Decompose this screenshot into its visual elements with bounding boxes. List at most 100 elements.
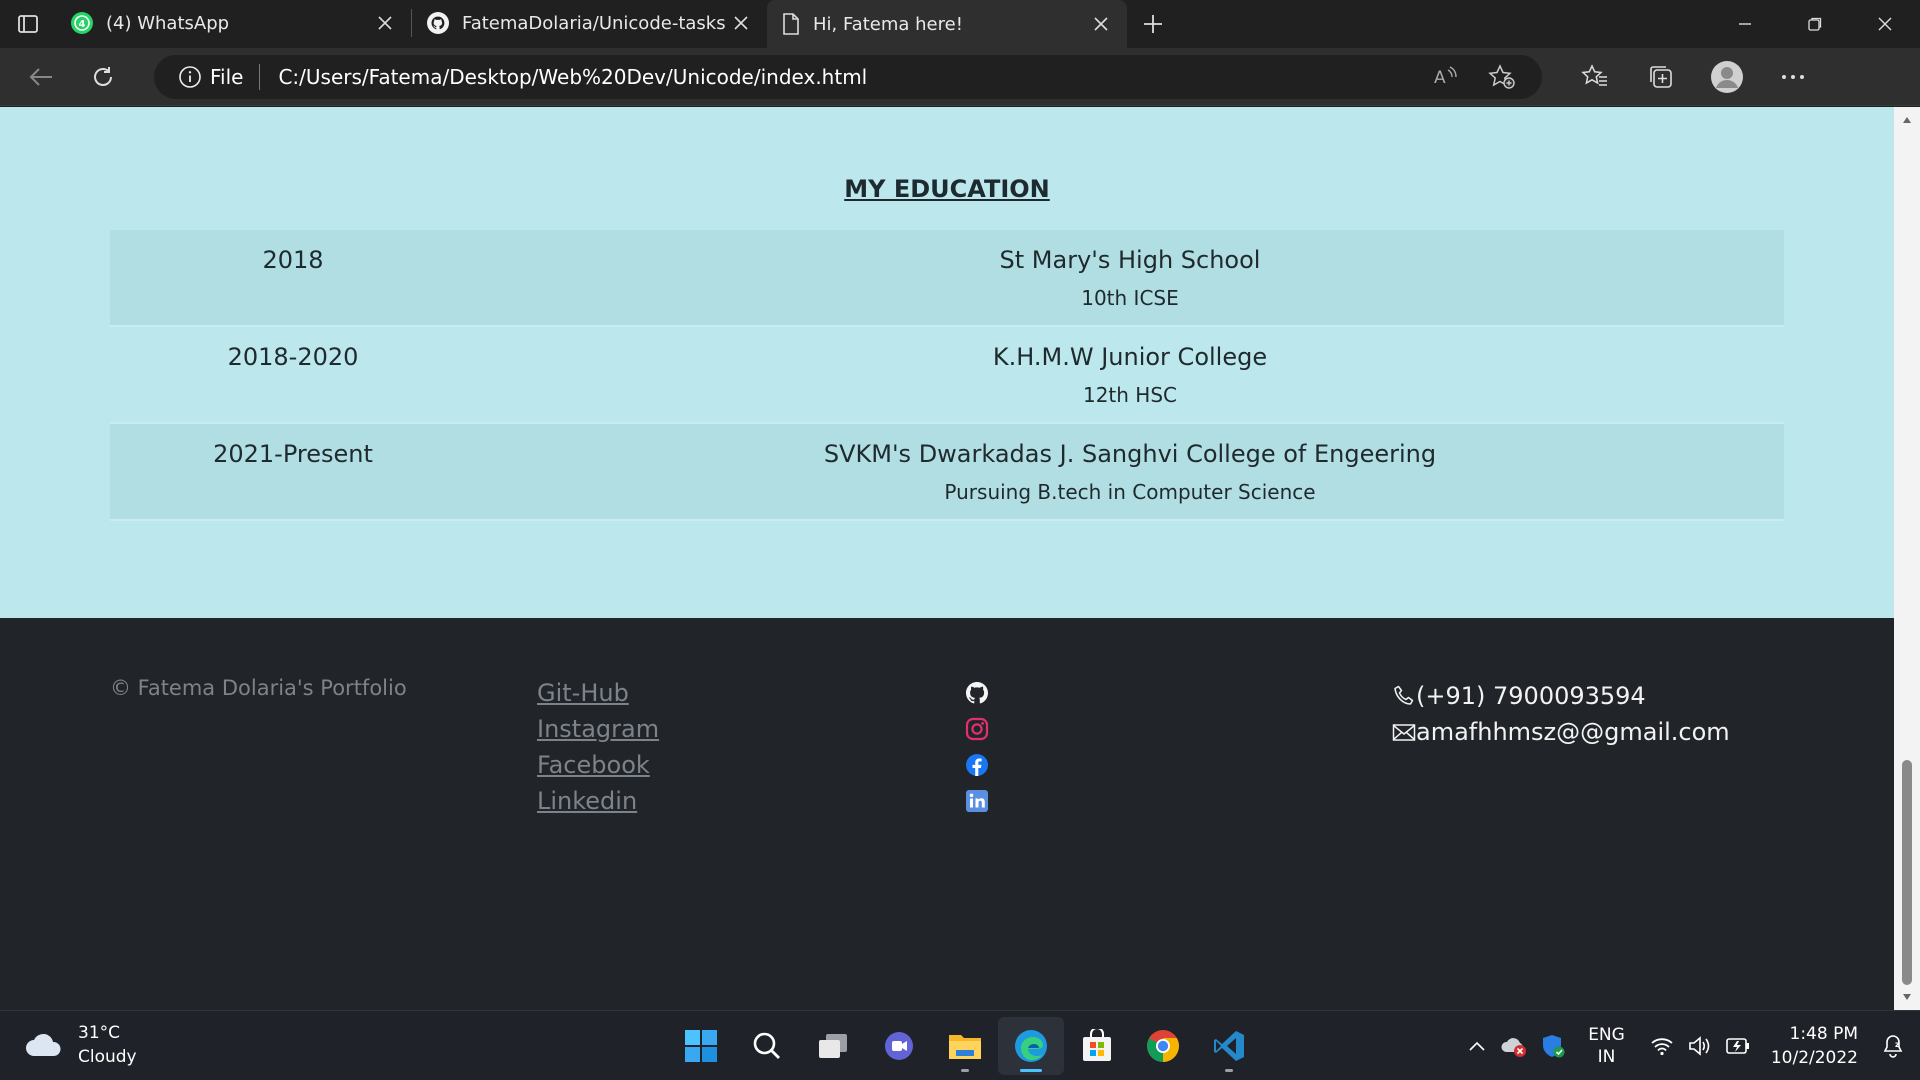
facebook-link[interactable]: Facebook — [537, 750, 659, 786]
education-institution-cell: K.H.M.W Junior College 12th HSC — [476, 327, 1784, 422]
security-button[interactable] — [1534, 1026, 1572, 1066]
start-button[interactable] — [668, 1017, 734, 1075]
running-indicator — [1020, 1069, 1042, 1072]
profile-button[interactable] — [1694, 48, 1760, 106]
tab-actions-button[interactable] — [0, 0, 56, 48]
search-button[interactable] — [734, 1017, 800, 1075]
back-button[interactable] — [10, 48, 72, 106]
tab-title: FatemaDolaria/Unicode-tasks — [462, 12, 726, 34]
tab-close-button[interactable] — [729, 11, 753, 35]
tab-github[interactable]: FatemaDolaria/Unicode-tasks — [412, 3, 767, 43]
email-address: amafhhmsz@@gmail.com — [1416, 718, 1730, 746]
add-favorite-button[interactable] — [1480, 55, 1524, 99]
teams-chat-button[interactable] — [866, 1017, 932, 1075]
instagram-icon[interactable] — [964, 716, 990, 742]
minimize-icon — [1739, 23, 1751, 25]
restore-icon — [1808, 17, 1822, 31]
vscode-button[interactable] — [1196, 1017, 1262, 1075]
browser-toolbar — [1562, 48, 1826, 106]
language-indicator[interactable]: ENG IN — [1588, 1024, 1625, 1068]
close-icon — [378, 16, 392, 30]
site-info-button[interactable]: File — [178, 63, 261, 90]
weather-condition: Cloudy — [78, 1047, 137, 1067]
linkedin-link[interactable]: Linkedin — [537, 786, 659, 822]
edge-button[interactable] — [998, 1017, 1064, 1075]
language-code: ENG — [1588, 1025, 1625, 1045]
new-tab-button[interactable] — [1127, 0, 1179, 48]
close-window-button[interactable] — [1850, 0, 1920, 48]
contact-info: (+91) 7900093594 amafhhmsz@@gmail.com — [1392, 678, 1730, 750]
phone-number: (+91) 7900093594 — [1416, 682, 1646, 710]
tab-title: Hi, Fatema here! — [813, 13, 963, 35]
tab-close-button[interactable] — [373, 11, 397, 35]
institution-name: St Mary's High School — [999, 246, 1261, 274]
favorites-button[interactable] — [1562, 48, 1628, 106]
notifications-button[interactable]: z — [1874, 1026, 1912, 1066]
github-icon — [427, 12, 449, 34]
store-button[interactable] — [1064, 1017, 1130, 1075]
settings-more-button[interactable] — [1760, 48, 1826, 106]
tab-whatsapp[interactable]: 4 (4) WhatsApp — [56, 3, 411, 43]
chrome-button[interactable] — [1130, 1017, 1196, 1075]
weather-text: 31°C Cloudy — [78, 1021, 137, 1069]
instagram-link[interactable]: Instagram — [537, 714, 659, 750]
scroll-down-button[interactable] — [1894, 984, 1920, 1010]
address-bar[interactable]: File C:/Users/Fatema/Desktop/Web%20Dev/U… — [154, 54, 1542, 99]
info-icon — [179, 65, 201, 88]
cloud-icon — [26, 1033, 61, 1056]
battery-button[interactable] — [1719, 1026, 1757, 1066]
vertical-scrollbar[interactable] — [1894, 107, 1920, 1010]
github-link[interactable]: Git-Hub — [537, 678, 659, 714]
speaker-icon — [1689, 1036, 1710, 1056]
refresh-button[interactable] — [72, 48, 134, 106]
phone-line: (+91) 7900093594 — [1392, 678, 1730, 714]
read-aloud-icon: A — [1434, 65, 1457, 88]
linkedin-icon[interactable] — [964, 788, 990, 814]
education-year: 2018 — [262, 246, 324, 274]
education-section: MY EDUCATION 2018 St Mary's High School … — [0, 107, 1894, 618]
read-aloud-button[interactable]: A — [1424, 55, 1468, 99]
refresh-icon — [94, 66, 112, 86]
table-row: 2018-2020 K.H.M.W Junior College 12th HS… — [110, 327, 1784, 424]
windows-taskbar: 31°C Cloudy ENG IN 1:48 PM 10/2/2022 z — [0, 1010, 1920, 1080]
education-institution-cell: SVKM's Dwarkadas J. Sanghvi College of E… — [476, 424, 1784, 519]
collections-icon — [1650, 65, 1672, 88]
show-hidden-icons-button[interactable] — [1458, 1026, 1496, 1066]
scroll-up-button[interactable] — [1894, 107, 1920, 133]
scroll-thumb[interactable] — [1902, 760, 1912, 985]
tab-portfolio[interactable]: Hi, Fatema here! — [767, 0, 1127, 48]
onedrive-error-button[interactable] — [1496, 1026, 1534, 1066]
facebook-icon[interactable] — [964, 752, 990, 778]
email-line: amafhhmsz@@gmail.com — [1392, 714, 1730, 750]
task-view-button[interactable] — [800, 1017, 866, 1075]
browser-viewport: MY EDUCATION 2018 St Mary's High School … — [0, 107, 1920, 1010]
chat-icon — [885, 1032, 913, 1060]
institution-name: SVKM's Dwarkadas J. Sanghvi College of E… — [823, 440, 1437, 468]
clock-date: 10/2/2022 — [1770, 1048, 1858, 1068]
institution-detail: 10th ICSE — [1081, 286, 1179, 310]
minimize-button[interactable] — [1710, 0, 1780, 48]
file-explorer-button[interactable] — [932, 1017, 998, 1075]
avatar-icon — [1711, 60, 1743, 93]
social-links: Git-Hub Instagram Facebook Linkedin — [537, 678, 659, 822]
running-indicator — [961, 1069, 969, 1072]
institution-name: K.H.M.W Junior College — [992, 343, 1268, 371]
education-title: MY EDUCATION — [844, 175, 1050, 203]
window-controls — [1710, 0, 1920, 48]
volume-button[interactable] — [1681, 1026, 1719, 1066]
weather-widget[interactable]: 31°C Cloudy — [24, 1021, 137, 1069]
restore-button[interactable] — [1780, 0, 1850, 48]
tab-close-button[interactable] — [1089, 12, 1113, 36]
github-icon[interactable] — [964, 680, 990, 706]
search-icon — [753, 1032, 780, 1059]
url-text[interactable]: C:/Users/Fatema/Desktop/Web%20Dev/Unicod… — [278, 65, 1424, 89]
running-indicator — [1225, 1069, 1233, 1072]
clock[interactable]: 1:48 PM 10/2/2022 — [1771, 1022, 1858, 1070]
favorites-icon — [1581, 63, 1607, 86]
folder-icon — [949, 1035, 981, 1059]
collections-button[interactable] — [1628, 48, 1694, 106]
taskbar-apps — [668, 1017, 1262, 1075]
wifi-button[interactable] — [1643, 1026, 1681, 1066]
clock-time: 1:48 PM — [1789, 1024, 1859, 1044]
education-year: 2018-2020 — [227, 343, 359, 371]
